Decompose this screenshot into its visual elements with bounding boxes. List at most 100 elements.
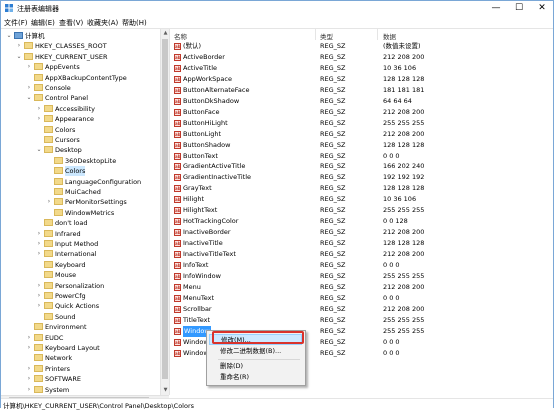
menu-help[interactable]: 帮助(H)	[122, 18, 147, 28]
tree-item[interactable]: LanguageConfiguration	[1, 177, 160, 187]
chevron-right-icon[interactable]: ›	[15, 41, 23, 51]
ctx-modify-binary[interactable]: 修改二进制数据(B)...	[209, 346, 302, 357]
registry-tree[interactable]: ⌄ 计算机 › HKEY_CLASSES_ROOT ⌄ HKEY_CURRENT_USER…	[1, 29, 160, 395]
list-row[interactable]: ab ButtonFace REG_SZ 212 208 200	[170, 107, 554, 118]
tree-item[interactable]: › PowerCfg	[1, 291, 160, 301]
list-row[interactable]: ab InfoText REG_SZ 0 0 0	[170, 260, 554, 271]
list-row[interactable]: ab AppWorkSpace REG_SZ 128 128 128	[170, 74, 554, 85]
tree-item[interactable]: ⌄ Control Panel	[1, 93, 160, 103]
list-row[interactable]: ab ActiveBorder REG_SZ 212 208 200	[170, 52, 554, 63]
chevron-right-icon[interactable]: ›	[35, 249, 43, 259]
list-row[interactable]: ab HilightText REG_SZ 255 255 255	[170, 205, 554, 216]
list-row[interactable]: ab MenuText REG_SZ 0 0 0	[170, 293, 554, 304]
tree-item[interactable]: › International	[1, 249, 160, 259]
tree-item[interactable]: Mouse	[1, 270, 160, 280]
tree-item[interactable]: › Keyboard Layout	[1, 343, 160, 353]
list-row[interactable]: ab GradientActiveTitle REG_SZ 166 202 240	[170, 161, 554, 172]
chevron-right-icon[interactable]: ›	[35, 114, 43, 124]
list-row[interactable]: ab ButtonDkShadow REG_SZ 64 64 64	[170, 96, 554, 107]
tree-item[interactable]: › Console	[1, 83, 160, 93]
tree-item[interactable]: › Printers	[1, 364, 160, 374]
list-row[interactable]: ab ButtonAlternateFace REG_SZ 181 181 181	[170, 85, 554, 96]
chevron-right-icon[interactable]: ›	[35, 291, 43, 301]
chevron-down-icon[interactable]: ⌄	[15, 52, 23, 62]
column-separator[interactable]	[315, 29, 316, 40]
tree-item[interactable]: › SOFTWARE	[1, 374, 160, 384]
chevron-right-icon[interactable]: ›	[35, 281, 43, 291]
tree-item[interactable]: › EUDC	[1, 333, 160, 343]
menu-favorites[interactable]: 收藏夹(A)	[87, 18, 118, 28]
tree-item[interactable]: don't load	[1, 218, 160, 228]
tree-item[interactable]: Colors	[1, 166, 160, 177]
chevron-right-icon[interactable]: ›	[25, 343, 33, 353]
chevron-right-icon[interactable]: ›	[25, 333, 33, 343]
tree-item[interactable]: Environment	[1, 322, 160, 332]
list-row[interactable]: ab HotTrackingColor REG_SZ 0 0 128	[170, 216, 554, 227]
tree-item[interactable]: AppXBackupContentType	[1, 73, 160, 83]
chevron-right-icon[interactable]: ›	[35, 301, 43, 311]
tree-item[interactable]: Cursors	[1, 135, 160, 145]
list-row[interactable]: ab ButtonText REG_SZ 0 0 0	[170, 151, 554, 162]
tree-item[interactable]: Network	[1, 353, 160, 363]
tree-item[interactable]: › Input Method	[1, 239, 160, 249]
chevron-down-icon[interactable]: ⌄	[25, 93, 33, 103]
chevron-right-icon[interactable]: ›	[35, 229, 43, 239]
tree-item[interactable]: WindowMetrics	[1, 208, 160, 218]
list-row[interactable]: ab Menu REG_SZ 212 208 200	[170, 282, 554, 293]
chevron-right-icon[interactable]: ›	[25, 385, 33, 395]
tree-scroll-thumb[interactable]	[162, 39, 168, 379]
list-row[interactable]: ab GrayText REG_SZ 128 128 128	[170, 183, 554, 194]
list-row[interactable]: ab (默认) REG_SZ (数值未设置)	[170, 41, 554, 52]
chevron-right-icon[interactable]: ›	[25, 83, 33, 93]
tree-item[interactable]: ⌄ Desktop	[1, 145, 160, 155]
menu-view[interactable]: 查看(V)	[59, 18, 83, 28]
tree-item[interactable]: › System	[1, 385, 160, 395]
tree-item[interactable]: › Accessibility	[1, 104, 160, 114]
column-header-type[interactable]: 类型	[320, 31, 333, 41]
tree-item[interactable]: › Personalization	[1, 281, 160, 291]
list-row[interactable]: ab TitleText REG_SZ 255 255 255	[170, 315, 554, 326]
list-row[interactable]: ab ButtonShadow REG_SZ 128 128 128	[170, 140, 554, 151]
list-row[interactable]: ab InactiveTitle REG_SZ 128 128 128	[170, 238, 554, 249]
tree-item[interactable]: › Infrared	[1, 229, 160, 239]
tree-item[interactable]: › PerMonitorSettings	[1, 197, 160, 207]
tree-item[interactable]: ⌄ 计算机	[1, 31, 160, 41]
column-separator[interactable]	[377, 29, 378, 40]
chevron-down-icon[interactable]: ⌄	[5, 31, 13, 41]
chevron-right-icon[interactable]: ›	[25, 374, 33, 384]
list-row[interactable]: ab ButtonHiLight REG_SZ 255 255 255	[170, 118, 554, 129]
tree-item[interactable]: ⌄ HKEY_CURRENT_USER	[1, 52, 160, 62]
menu-edit[interactable]: 编辑(E)	[31, 18, 55, 28]
list-row[interactable]: ab Hilight REG_SZ 10 36 106	[170, 194, 554, 205]
column-header-name[interactable]: 名称	[174, 31, 187, 41]
tree-item[interactable]: › AppEvents	[1, 62, 160, 72]
chevron-right-icon[interactable]: ›	[25, 62, 33, 72]
tree-item[interactable]: Colors	[1, 125, 160, 135]
chevron-right-icon[interactable]: ›	[25, 364, 33, 374]
tree-item[interactable]: 360DesktopLite	[1, 156, 160, 166]
list-row[interactable]: ab ActiveTitle REG_SZ 10 36 106	[170, 63, 554, 74]
list-row[interactable]: ab InfoWindow REG_SZ 255 255 255	[170, 271, 554, 282]
tree-item[interactable]: Keyboard	[1, 260, 160, 270]
ctx-rename[interactable]: 重命名(R)	[209, 372, 302, 383]
chevron-right-icon[interactable]: ›	[35, 104, 43, 114]
tree-item[interactable]: › Appearance	[1, 114, 160, 124]
list-row[interactable]: ab InactiveBorder REG_SZ 212 208 200	[170, 227, 554, 238]
tree-item[interactable]: › Quick Actions	[1, 301, 160, 311]
list-row[interactable]: ab InactiveTitleText REG_SZ 212 208 200	[170, 249, 554, 260]
column-header-data[interactable]: 数据	[383, 31, 396, 41]
menu-file[interactable]: 文件(F)	[4, 18, 28, 28]
chevron-right-icon[interactable]: ›	[35, 239, 43, 249]
minimize-button[interactable]: —	[485, 1, 507, 16]
list-row[interactable]: ab Scrollbar REG_SZ 212 208 200	[170, 304, 554, 315]
ctx-delete[interactable]: 删除(D)	[209, 361, 302, 372]
list-row[interactable]: ab ButtonLight REG_SZ 212 208 200	[170, 129, 554, 140]
tree-item[interactable]: Sound	[1, 312, 160, 322]
chevron-right-icon[interactable]: ›	[45, 197, 53, 207]
maximize-button[interactable]: ☐	[508, 1, 530, 16]
list-row[interactable]: ab GradientInactiveTitle REG_SZ 192 192 192	[170, 172, 554, 183]
close-button[interactable]: ✕	[531, 1, 553, 16]
tree-item[interactable]: MuiCached	[1, 187, 160, 197]
tree-item[interactable]: › HKEY_CLASSES_ROOT	[1, 41, 160, 51]
chevron-down-icon[interactable]: ⌄	[35, 145, 43, 155]
